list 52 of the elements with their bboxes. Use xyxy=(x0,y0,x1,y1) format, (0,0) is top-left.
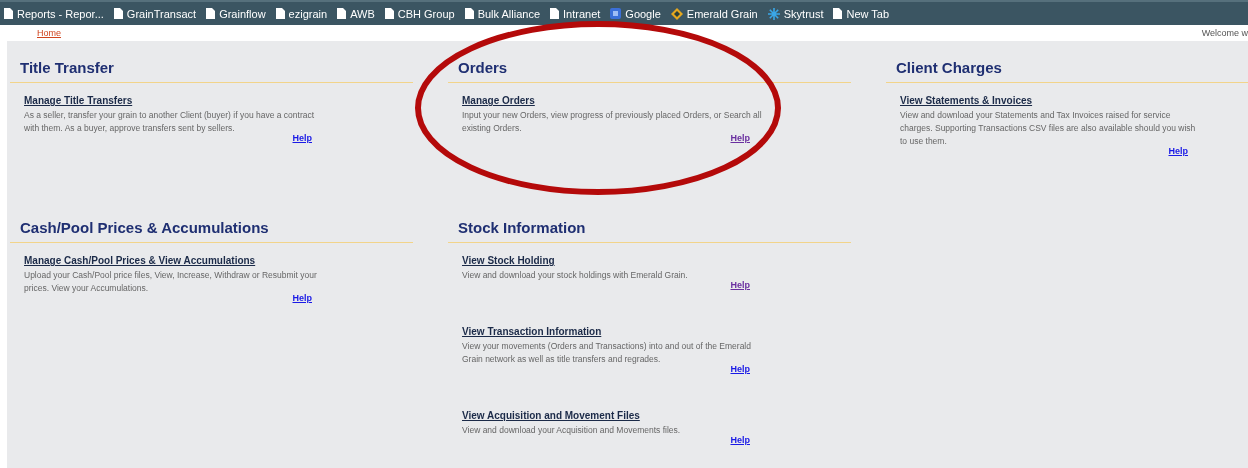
item-link[interactable]: View Statements & Invoices xyxy=(900,95,1033,106)
document-icon xyxy=(384,8,394,19)
bookmark-link[interactable]: Skytrust xyxy=(767,7,824,20)
item-description: Upload your Cash/Pool price files, View, Increase, Withdraw or Resubmit your prices. View your Accumulations. xyxy=(24,269,318,294)
square-icon xyxy=(610,8,622,19)
item-link[interactable]: View Acquisition and Movement Files xyxy=(462,410,640,421)
document-icon xyxy=(206,8,216,19)
section-title: Client Charges xyxy=(886,53,1248,83)
item-description: As a seller, transfer your grain to another Client (buyer) if you have a contract with them. As a buyer, approve transfers sent by sellers. xyxy=(24,109,316,134)
item-description: View and download your Acquisition and Movements files. xyxy=(462,424,682,437)
diamond-icon xyxy=(670,7,683,20)
item-link[interactable]: View Transaction Information xyxy=(462,326,602,337)
document-icon xyxy=(337,8,347,19)
bookmark-link[interactable]: New Tab xyxy=(833,7,890,20)
bookmark-link[interactable]: Bulk Alliance xyxy=(464,7,540,20)
section-title: Title Transfer xyxy=(10,53,413,83)
section-title: Cash/Pool Prices & Accumulations xyxy=(10,213,413,243)
document-icon xyxy=(464,8,474,19)
item-description: View your movements (Orders and Transactions) into and out of the Emerald Grain network as well as title transfers and regrades. xyxy=(462,340,752,365)
bookmark-link[interactable]: ezigrain xyxy=(275,7,328,20)
item-description: Input your new Orders, view progress of previously placed Orders, or Search all existing Orders. xyxy=(462,109,762,134)
item-description: View and download your Statements and Tax Invoices raised for service charges. Supporting Transactions CSV files are also available should you wish to use them. xyxy=(900,109,1197,147)
item-link[interactable]: Manage Cash/Pool Prices & View Accumulations xyxy=(24,255,256,266)
item-description: View and download your stock holdings with Emerald Grain. xyxy=(462,269,689,282)
bookmark-link[interactable]: Grainflow xyxy=(206,7,266,20)
help-link[interactable]: Help xyxy=(730,133,750,143)
document-icon xyxy=(833,8,843,19)
document-icon xyxy=(275,8,285,19)
document-icon xyxy=(113,8,123,19)
section-title: Orders xyxy=(448,53,851,83)
bookmark-link[interactable]: GrainTransact xyxy=(113,7,197,20)
help-link[interactable]: Help xyxy=(292,293,312,303)
help-link[interactable]: Help xyxy=(730,364,750,374)
welcome-text: Welcome w xyxy=(1201,28,1248,38)
item-link[interactable]: Manage Title Transfers xyxy=(24,95,133,106)
item-link[interactable]: Manage Orders xyxy=(462,95,535,106)
snowflake-icon xyxy=(767,7,780,20)
item-link[interactable]: View Stock Holding xyxy=(462,255,555,266)
home-link[interactable]: Home xyxy=(37,28,61,38)
bookmark-link[interactable]: AWB xyxy=(337,7,375,20)
document-icon xyxy=(4,8,13,19)
bookmark-link[interactable]: Google xyxy=(610,7,661,20)
help-link[interactable]: Help xyxy=(292,133,312,143)
section-title: Stock Information xyxy=(448,213,851,243)
bookmark-link[interactable]: CBH Group xyxy=(384,7,455,20)
bookmark-link[interactable]: Reports - Repor... xyxy=(4,7,104,20)
help-link[interactable]: Help xyxy=(730,280,750,290)
document-icon xyxy=(550,8,559,19)
bookmark-link[interactable]: Intranet xyxy=(550,7,601,20)
help-link[interactable]: Help xyxy=(730,435,750,445)
help-link[interactable]: Help xyxy=(1168,146,1188,156)
bookmark-link[interactable]: Emerald Grain xyxy=(670,7,758,20)
